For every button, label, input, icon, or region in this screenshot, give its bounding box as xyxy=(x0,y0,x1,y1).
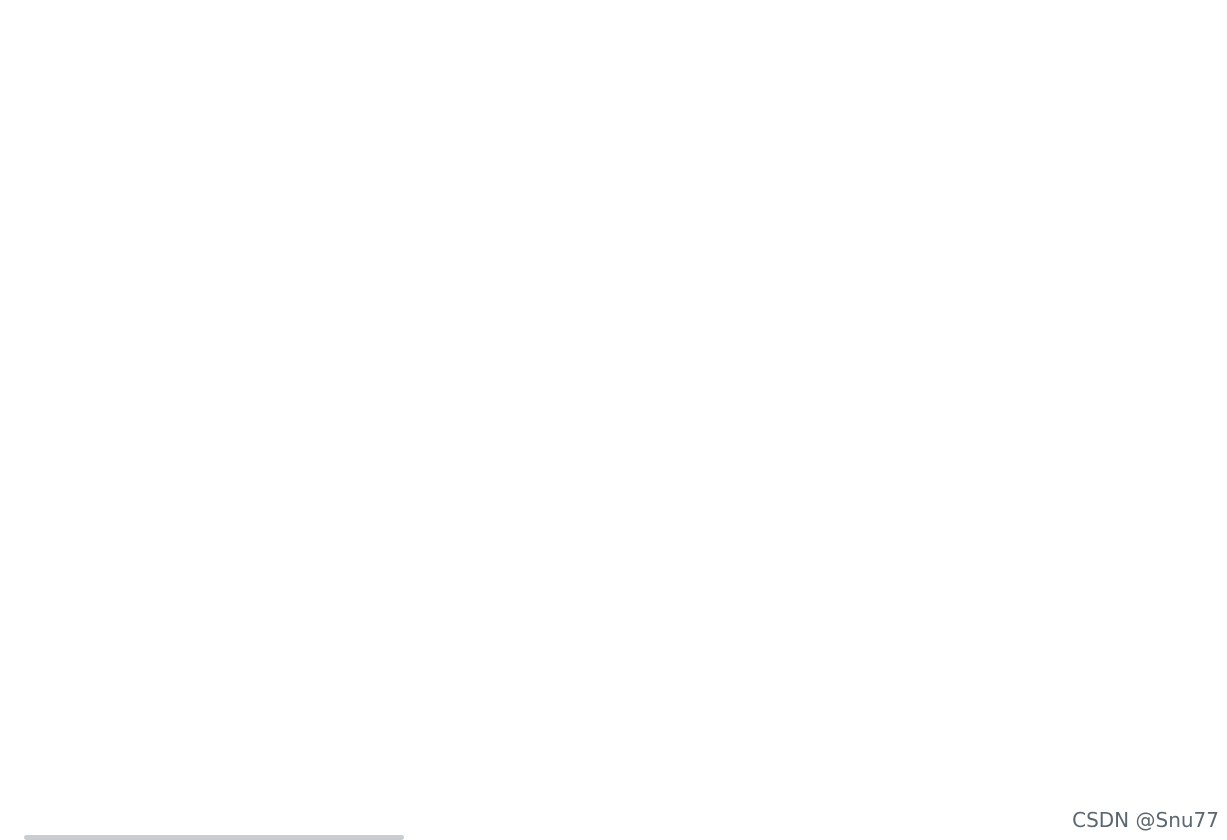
csdn-watermark: CSDN @Snu77 xyxy=(1072,808,1219,832)
horizontal-scrollbar[interactable] xyxy=(24,835,404,840)
terminal-output: 5-11147712ultralytics.nn.modules.conv.Co… xyxy=(0,0,1227,840)
